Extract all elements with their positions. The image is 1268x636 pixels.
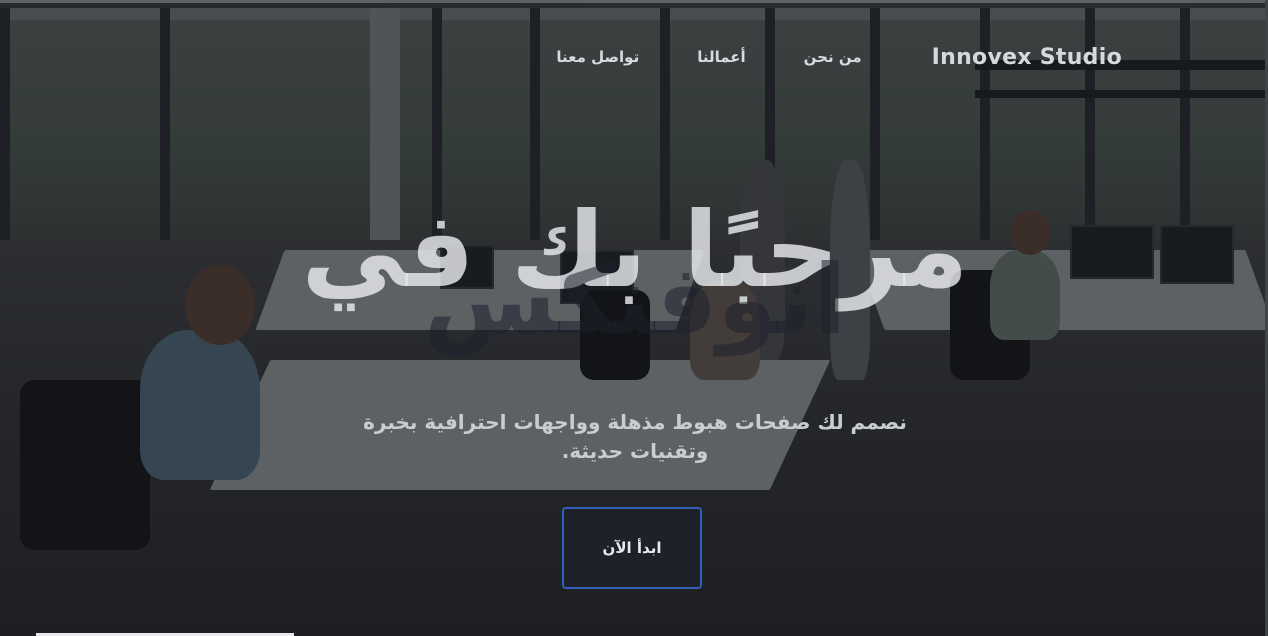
start-now-button[interactable]: ابدأ الآن [562,507,702,589]
hero-subtitle: نصمم لك صفحات هبوط مذهلة وواجهات احترافي… [363,410,907,463]
hero-content: مرحبًا بك في انوفنكس نصمم لك صفحات هبوط … [0,0,1268,636]
hero-section: Innovex Studio من نحن أعمالنا تواصل معنا… [0,0,1268,636]
hero-headline-brand: انوفنكس [423,244,847,356]
